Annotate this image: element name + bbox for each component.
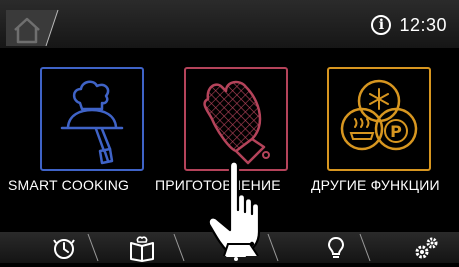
info-icon[interactable]: i: [371, 15, 392, 35]
snowflake-icon: [369, 88, 389, 110]
other-functions-icon: P: [340, 79, 418, 151]
lightbulb-icon: [327, 236, 345, 258]
light-button[interactable]: [322, 234, 350, 262]
smart-cooking-label: SMART COOKING: [8, 177, 130, 193]
timer-button[interactable]: [50, 234, 78, 262]
home-button[interactable]: [6, 8, 64, 47]
chef-cloche-icon: [60, 80, 124, 165]
settings-gears-icon: [415, 237, 438, 259]
pyrolysis-icon: P: [384, 119, 408, 143]
oven-control-screen: i 12:30 SMART COOKING ПРИГОТОВЛЕНИЕ P ДР…: [0, 0, 459, 263]
smart-cooking-tile[interactable]: [40, 67, 144, 171]
other-functions-tile[interactable]: P: [327, 67, 431, 171]
settings-button[interactable]: [412, 234, 440, 262]
timer-icon: [53, 239, 75, 259]
cooking-tile[interactable]: [184, 67, 288, 171]
recipe-book-icon: [130, 236, 154, 262]
steam-pan-icon: [349, 118, 375, 140]
clock: 12:30: [399, 14, 447, 35]
other-functions-label: ДРУГИЕ ФУНКЦИИ: [311, 177, 440, 193]
top-bar: i 12:30: [0, 0, 459, 48]
svg-text:P: P: [390, 122, 402, 141]
touch-hand-icon: [207, 160, 261, 256]
status-area: i 12:30: [371, 13, 447, 37]
oven-mitt-icon: [203, 80, 270, 165]
recipe-book-button[interactable]: [128, 234, 156, 262]
